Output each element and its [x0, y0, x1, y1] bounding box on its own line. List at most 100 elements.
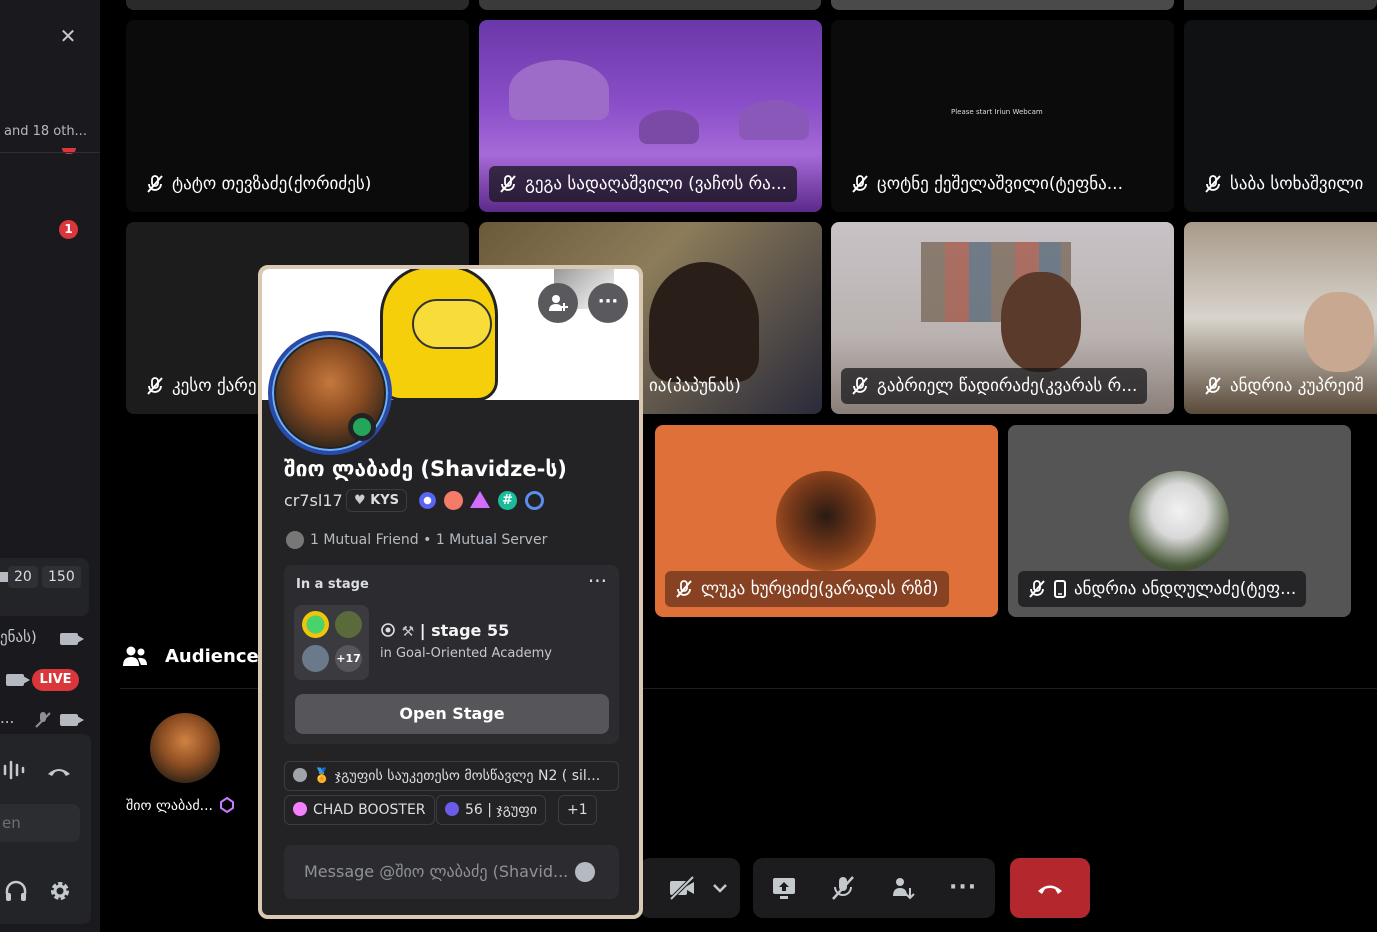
more-icon[interactable]: ··· — [949, 874, 977, 902]
mushroom-scene — [739, 100, 809, 140]
boost-badge-icon[interactable] — [470, 491, 490, 508]
participant-avatar — [302, 645, 329, 672]
mutual-friends-text: 1 Mutual Friend — [310, 532, 419, 548]
server-tag-label: KYS — [370, 493, 400, 508]
add-friend-button[interactable] — [538, 283, 578, 323]
role-color-dot — [445, 802, 459, 816]
stage-participants: +17 — [294, 605, 369, 680]
banner-character-visor — [412, 299, 492, 349]
emoji-icon[interactable] — [575, 862, 595, 882]
more-roles-button[interactable]: +1 — [558, 795, 597, 825]
separator-dot: • — [423, 532, 436, 548]
voice-call-screen: ✕ and 18 oth... 1 20 150 ენას) LIVE ... — [0, 0, 1377, 932]
more-options-button[interactable]: ··· — [588, 283, 628, 323]
hypesquad-badge-icon[interactable] — [418, 491, 437, 510]
more-icon[interactable]: ··· — [588, 569, 607, 593]
participant-name: ლუკა ხურციძე(ვარადას რზმ) — [701, 579, 939, 599]
mic-off-icon — [852, 175, 868, 193]
open-stage-button[interactable]: Open Stage — [295, 694, 609, 734]
camera-off-icon[interactable] — [668, 874, 696, 902]
soundboard-icon[interactable] — [2, 758, 28, 782]
participant-avatar — [776, 471, 876, 571]
chat-input[interactable]: en — [0, 804, 80, 842]
camera-icon — [0, 572, 8, 582]
participant-video — [1001, 272, 1081, 372]
profile-username: cr7sl17 — [284, 491, 343, 510]
mic-off-icon — [1205, 175, 1221, 193]
participant-name: ანდრია ანდღულაძე(ტეფ... — [1074, 579, 1297, 599]
mic-off-icon — [35, 712, 51, 728]
video-tile[interactable]: ტატო თევზაძე(ქორიძეს) — [126, 20, 469, 212]
hashtag-badge-icon[interactable]: # — [498, 491, 517, 510]
unread-badge: 1 — [59, 220, 78, 239]
sidebar-member-row[interactable]: ... — [0, 709, 90, 731]
video-tile[interactable]: ანდრია კუპრეიშ — [1184, 222, 1377, 414]
participant-name: საბა სოხაშვილი — [1230, 174, 1364, 194]
hammer-icon: ⚒ — [401, 624, 415, 640]
hang-up-button[interactable] — [1010, 858, 1090, 918]
message-placeholder: Message @შიო ლაბაძე (Shavid... — [304, 862, 569, 881]
participant-name: ია(პაპუნას) — [649, 376, 741, 396]
video-tile[interactable]: ლუკა ხურციძე(ვარადას რზმ) — [655, 425, 998, 617]
mic-off-icon — [1205, 377, 1221, 395]
server-tag[interactable]: ♥ KYS — [346, 489, 408, 512]
participant-label: ანდრია კუპრეიშ — [1194, 368, 1374, 404]
tile-strip-top — [831, 0, 1174, 10]
role-pill[interactable]: CHAD BOOSTER — [284, 795, 435, 825]
nitro-badge-icon[interactable] — [444, 491, 463, 510]
participant-name: კესო ქარე — [172, 376, 257, 396]
stage-title: ⚒ | stage 55 — [380, 621, 509, 640]
gear-icon[interactable] — [48, 879, 72, 903]
live-badge: LIVE — [32, 669, 79, 691]
participant-label: ია(პაპუნას) — [639, 368, 751, 404]
role-pill[interactable]: 56 | ჯგუფი — [436, 795, 547, 825]
phone-icon — [1054, 580, 1066, 598]
heart-icon: ♥ — [354, 493, 366, 508]
message-input[interactable]: Message @შიო ლაბაძე (Shavid... — [284, 845, 619, 899]
participant-avatar — [302, 611, 329, 638]
divider — [0, 152, 100, 153]
hang-up-icon[interactable] — [46, 764, 72, 778]
role-color-dot — [293, 768, 307, 782]
role-name: ჯგუფის საუკეთესო მოსწავლე N2 ( sil... — [334, 768, 601, 784]
headphones-icon[interactable] — [4, 879, 28, 903]
video-tile[interactable]: Please start Iriun Webcam ცოტნე ქეშელაშვ… — [831, 20, 1174, 212]
user-profile-popout: ··· შიო ლაბაძე (Shavidze-ს) cr7sl17 ♥ KY… — [258, 265, 643, 919]
sidebar-member-name: ენას) — [0, 628, 37, 646]
activity-card-title: In a stage — [296, 577, 369, 592]
participant-video — [1304, 292, 1374, 372]
nitro-gem-icon — [220, 796, 235, 814]
mushroom-scene — [639, 110, 699, 144]
medal-icon: 🏅 — [313, 768, 331, 784]
chevron-down-icon[interactable] — [706, 874, 734, 902]
audience-member-avatar[interactable] — [150, 713, 220, 783]
role-name: CHAD BOOSTER — [313, 802, 426, 818]
participant-avatar — [1129, 471, 1229, 571]
mutual-friend-avatar — [286, 531, 304, 549]
add-friend-icon — [549, 295, 568, 311]
close-icon[interactable]: ✕ — [58, 26, 78, 46]
call-controls: ··· — [753, 858, 995, 918]
mutual-info[interactable]: 1 Mutual Friend • 1 Mutual Server — [286, 531, 547, 549]
role-color-dot — [293, 802, 307, 816]
mic-off-icon[interactable] — [829, 874, 857, 902]
quest-badge-icon[interactable] — [525, 491, 544, 510]
video-tile[interactable]: გეგა სადაღაშვილი (ვაჩოს რა... — [479, 20, 822, 212]
video-tile[interactable]: გაბრიელ წადირაძე(კვარას რ... — [831, 222, 1174, 414]
online-status-indicator — [348, 413, 376, 441]
participant-label: საბა სოხაშვილი — [1194, 166, 1373, 202]
role-name: 56 | ჯგუფი — [465, 802, 538, 818]
stage-server: in Goal-Oriented Academy — [380, 646, 552, 661]
screen-share-icon[interactable] — [770, 874, 798, 902]
video-tile[interactable]: ანდრია ანდღულაძე(ტეფ... — [1008, 425, 1351, 617]
participant-label: ლუკა ხურციძე(ვარადას რზმ) — [665, 571, 949, 607]
tile-strip-top — [126, 0, 469, 10]
camera-icon — [6, 674, 30, 686]
video-tile[interactable]: საბა სოხაშვილი — [1184, 20, 1377, 212]
stage-name-text: | stage 55 — [419, 621, 510, 640]
activity-icon[interactable] — [890, 874, 918, 902]
sidebar-member-row[interactable]: ენას) — [0, 628, 90, 650]
role-pill[interactable]: 🏅 ჯგუფის საუკეთესო მოსწავლე N2 ( sil... — [284, 761, 619, 791]
mic-off-icon — [852, 377, 868, 395]
participant-avatar — [335, 611, 362, 638]
